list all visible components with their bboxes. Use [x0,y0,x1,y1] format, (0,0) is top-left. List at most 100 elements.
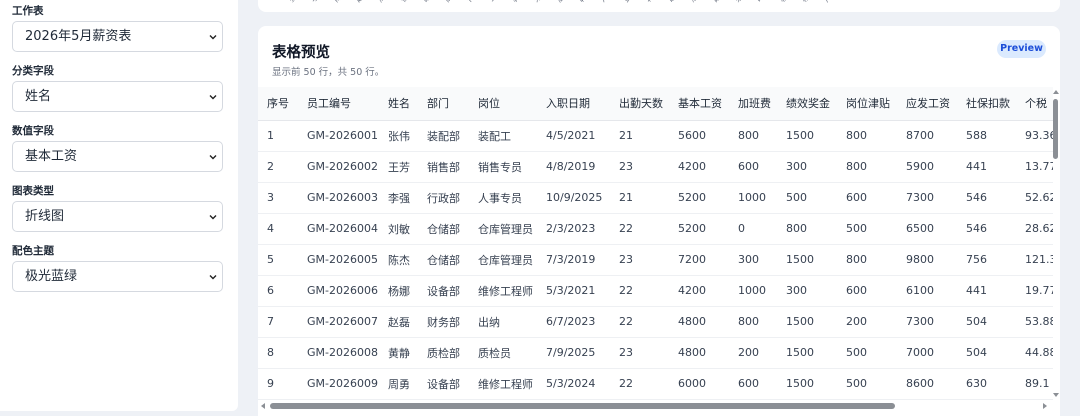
table-cell: 600 [729,151,777,183]
column-header[interactable]: 入职日期 [537,87,610,121]
scroll-right-arrow-icon[interactable] [1042,403,1048,409]
field-label: 配色主题 [12,245,54,257]
field-label: 数值字段 [12,125,54,137]
select-value: 基本工资 [25,149,78,164]
table-cell: 销售专员 [469,151,537,183]
chart-axis-label: 马强 [487,0,506,5]
table-cell: 8600 [897,368,957,400]
column-header[interactable]: 个税 [1016,87,1053,121]
scroll-down-arrow-icon[interactable] [1053,392,1059,398]
field-select[interactable]: 极光蓝绿 [12,261,223,292]
table-cell: 赵磊 [379,306,418,338]
chart-preview-strip: 张伟李强陈杰赵磊周勇徐超胡敏高峰何勇马强郭涛宋伟唐洁韩静冯丽彭波蒋军谢芳潘华戴娟… [258,0,1060,12]
vertical-scroll-thumb[interactable] [1053,99,1058,159]
horizontal-scroll-thumb[interactable] [270,403,895,409]
field-label: 工作表 [12,5,44,17]
table-cell: 7000 [897,337,957,369]
table-cell: 5900 [897,151,957,183]
sidebar-panel: 工作表 2026年5月薪资表 分类字段 姓名 数值字段 基本工资 图表类型 折线图 配色主题 极光… [0,0,238,411]
table-cell: 6 [258,275,298,307]
table-cell: 4/5/2021 [537,120,610,152]
scroll-left-arrow-icon[interactable] [260,403,266,409]
preview-badge: Preview [997,40,1046,58]
table-cell: 质检部 [418,337,469,369]
field-select[interactable]: 折线图 [12,201,223,232]
chart-axis-label: 高峰 [442,0,461,5]
table-cell: 7/9/2025 [537,337,610,369]
table-cell: 4/8/2019 [537,151,610,183]
column-header[interactable]: 部门 [418,87,469,121]
column-header[interactable]: 基本工资 [669,87,729,121]
field-select[interactable]: 姓名 [12,81,223,112]
table-cell: 8700 [897,120,957,152]
table-cell: GM-2026007 [298,306,379,338]
table-cell: 200 [729,337,777,369]
column-header[interactable]: 岗位津贴 [837,87,897,121]
chart-axis-label: 彭波 [621,0,640,5]
table-cell: 1000 [729,275,777,307]
column-header[interactable]: 员工编号 [298,87,379,121]
table-cell: 仓储部 [418,244,469,276]
table-cell: 800 [837,120,897,152]
table-cell: 28.62 [1016,213,1053,245]
table-cell: 5600 [669,120,729,152]
table-cell: 93.36 [1016,120,1053,152]
table-cell: 2 [258,151,298,183]
table-cell: 黄静 [379,337,418,369]
column-header[interactable]: 序号 [258,87,298,121]
table-cell: 21 [610,182,669,214]
vertical-scrollbar[interactable] [1052,87,1060,400]
table-cell: 441 [957,151,1016,183]
table-cell: 7300 [897,182,957,214]
table-cell: 6000 [669,368,729,400]
table-cell: 6/7/2023 [537,306,610,338]
chart-axis-label: 郭涛 [509,0,528,5]
column-header[interactable]: 社保扣款 [957,87,1016,121]
table-cell: 44.88 [1016,337,1053,369]
table-cell: 1500 [777,306,837,338]
table-cell: 李强 [379,182,418,214]
table-cell: 仓库管理员 [469,213,537,245]
table-viewport[interactable]: 序号 员工编号 姓名 部门 岗位 入职日期 出勤天数 基本工资 加班费 绩效奖金 岗位津贴 应发工资社… [258,87,1053,400]
table-row: 1 GM-2026001 张伟 装配部 装配工 4/5/2021 21 5600 800 1500… [258,120,1053,152]
field-label: 分类字段 [12,65,54,77]
column-header[interactable]: 应发工资 [897,87,957,121]
column-header[interactable]: 出勤天数 [610,87,669,121]
chevron-down-icon [209,35,217,40]
table-cell: 6500 [897,213,957,245]
table-cell: 800 [837,151,897,183]
chart-axis-label: 卢涛 [821,0,840,5]
column-header[interactable]: 姓名 [379,87,418,121]
table-preview-card: 表格预览 显示前 50 行，共 50 行。 Preview 序号 员工编号 姓名 部门… [258,26,1060,416]
table-cell: 5 [258,244,298,276]
column-header[interactable]: 绩效奖金 [777,87,837,121]
table-cell: 销售部 [418,151,469,183]
chart-axis-label: 冯丽 [598,0,617,5]
table-cell: 4200 [669,275,729,307]
column-header[interactable]: 岗位 [469,87,537,121]
table-cell: 504 [957,337,1016,369]
table-cell: 441 [957,275,1016,307]
horizontal-scrollbar[interactable] [258,400,1060,412]
table-cell: 7/3/2019 [537,244,610,276]
table-cell: GM-2026003 [298,182,379,214]
chart-axis-label: 胡敏 [420,0,439,5]
table-cell: 9 [258,368,298,400]
table-cell: 设备部 [418,275,469,307]
table-cell: 维修工程师 [469,275,537,307]
table-cell: 1500 [777,120,837,152]
chart-axis-label: 宋伟 [531,0,550,5]
select-value: 2026年5月薪资表 [25,29,132,44]
table-cell: 4200 [669,151,729,183]
chart-axis-label: 戴娟 [710,0,729,5]
scroll-up-arrow-icon[interactable] [1053,89,1059,95]
table-cell: 300 [777,151,837,183]
table-cell: 8 [258,337,298,369]
table-row: 6 GM-2026006 杨娜 设备部 维修工程师 5/3/2021 22 4200 1000 3… [258,275,1053,307]
field-select[interactable]: 基本工资 [12,141,223,172]
table-cell: 6100 [897,275,957,307]
field-select[interactable]: 2026年5月薪资表 [12,21,223,52]
table-cell: 张伟 [379,120,418,152]
table-cell: 600 [729,368,777,400]
column-header[interactable]: 加班费 [729,87,777,121]
